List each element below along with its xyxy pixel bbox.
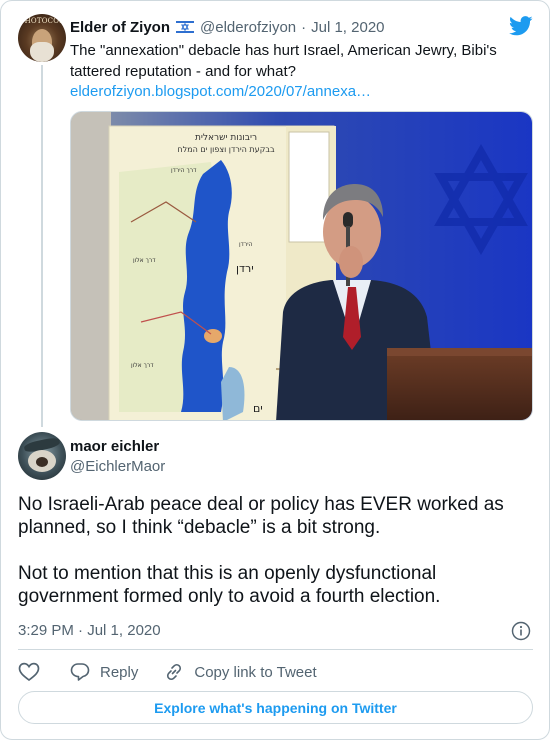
link-icon	[167, 663, 182, 681]
reply-label: Reply	[100, 663, 139, 681]
explore-label: Explore what's happening on Twitter	[154, 699, 397, 716]
podium	[387, 352, 532, 420]
thread-connector-line	[41, 65, 43, 427]
parent-separator: ·	[301, 18, 307, 36]
map-label-c: דרך אלון	[131, 362, 154, 369]
tweet-photo[interactable]: ריבונות ישראלית בבקעת הירדן וצפון ים המל…	[70, 111, 533, 421]
map-label-b: דרך אלון	[133, 257, 156, 264]
reply-bubble-icon	[70, 663, 90, 681]
reply-separator: ·	[78, 622, 84, 639]
explore-twitter-button[interactable]: Explore what's happening on Twitter	[18, 691, 533, 724]
reply-time: 3:29 PM	[18, 622, 74, 639]
parent-tweet-link[interactable]: elderofziyon.blogspot.com/2020/07/annexa…	[70, 81, 371, 102]
parent-date[interactable]: Jul 1, 2020	[311, 19, 384, 36]
divider	[18, 649, 533, 650]
parent-header: Elder of Ziyon @elderofziyon · Jul 1, 20…	[70, 17, 385, 37]
parent-avatar[interactable]: CHOTOCOD	[18, 14, 66, 62]
reply-avatar[interactable]	[18, 432, 66, 480]
photo-illustration: ריבונות ישראלית בבקעת הירדן וצפון ים המל…	[71, 112, 532, 420]
info-icon[interactable]	[511, 621, 531, 641]
parent-avatar-text: CHOTOCOD	[19, 17, 65, 25]
map-label-yam: ים	[253, 402, 263, 415]
avatar-beard	[30, 42, 54, 62]
reply-author-handle[interactable]: @EichlerMaor	[70, 458, 165, 475]
map-title-line2: בבקעת הירדן וצפון ים המלח	[177, 145, 275, 154]
reply-date: Jul 1, 2020	[87, 622, 161, 639]
action-bar: Reply Copy link to Tweet	[18, 661, 317, 683]
reply-button[interactable]: Reply	[70, 662, 138, 682]
copy-link-label: Copy link to Tweet	[194, 663, 317, 681]
map-title-line1: ריבונות ישראלית	[195, 133, 257, 143]
reply-author-name[interactable]: maor eichler	[70, 438, 159, 455]
parent-author-name[interactable]: Elder of Ziyon	[70, 19, 170, 36]
twitter-bird-icon[interactable]	[509, 15, 533, 37]
parent-author-handle[interactable]: @elderofziyon	[200, 19, 296, 36]
parent-tweet-text: The "annexation" debacle has hurt Israel…	[70, 42, 497, 80]
heart-icon	[18, 662, 40, 682]
copy-link-button[interactable]: Copy link to Tweet	[164, 662, 317, 682]
avatar-nose	[36, 457, 48, 467]
embedded-tweet-card: CHOTOCOD Elder of Ziyon @elderofziyon · …	[0, 0, 550, 740]
map-label-jordan: ירדן	[236, 262, 254, 275]
like-button[interactable]	[18, 662, 40, 682]
israel-flag-icon	[176, 21, 195, 33]
map-label-a: הירדן	[239, 241, 253, 248]
reply-tweet-text: No Israeli-Arab peace deal or policy has…	[18, 494, 504, 607]
map-label-d: דרך הירדן	[171, 167, 197, 174]
reply-timestamp[interactable]: 3:29 PM · Jul 1, 2020	[18, 622, 161, 639]
